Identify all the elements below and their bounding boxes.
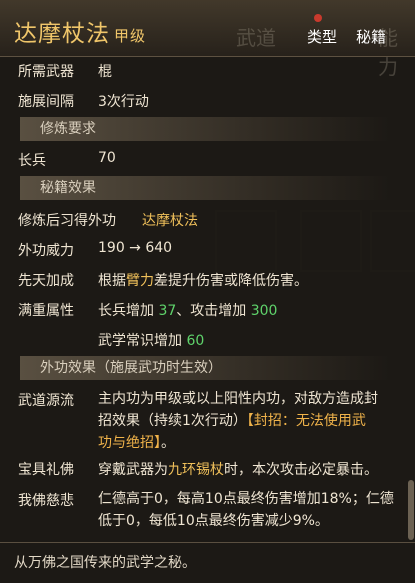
treasure-item: 九环锡杖: [168, 462, 224, 478]
full-c-value: 60: [186, 333, 205, 349]
wudao-line-1: 主内功为甲级或以上阳性内功，对敌方造成封: [98, 391, 378, 407]
full-b-prefix: 、攻击增加: [176, 303, 251, 319]
power-label: 外功威力: [18, 243, 74, 259]
tooltip-header: 达摩杖法 甲级 武道 能力 类型 秘籍: [0, 0, 415, 79]
item-title: 达摩杖法 甲级: [14, 14, 146, 48]
learn-label: 修炼后习得外功: [18, 213, 116, 229]
full-weight-label: 满重属性: [18, 303, 74, 319]
notification-dot: [314, 14, 322, 22]
buddha-line-2: 低于0，每低10点最终伤害减少9%。: [98, 513, 329, 529]
treasure-text: 穿戴武器为九环锡杖时，本次攻击必定暴击。: [98, 459, 378, 479]
innate-suffix: 差提升伤害或降低伤害。: [154, 273, 308, 289]
full-a-value: 37: [158, 303, 177, 319]
requirements-header: 修炼要求: [20, 117, 390, 141]
full-weight-line-1: 长兵增加 37、攻击增加 300: [98, 300, 277, 320]
requirement-skill-value: 70: [98, 150, 116, 166]
wudao-line-3: 功与绝招】。: [98, 432, 413, 454]
wudao-label: 武道源流: [18, 393, 74, 409]
learn-value: 达摩杖法: [142, 213, 198, 229]
outer-effects-header: 外功效果（施展武功时生效）: [20, 356, 390, 380]
seal-effect-2: 功与绝招】: [98, 435, 161, 451]
ghost-tab-wudao: 武道: [236, 26, 276, 50]
innate-text: 根据臂力差提升伤害或降低伤害。: [98, 270, 308, 290]
wudao-line-2a: 招效果（持续1次行动）: [98, 413, 247, 429]
wudao-line-3b: 。: [161, 435, 175, 451]
weapon-label: 所需武器: [18, 64, 74, 80]
interval-value: 3次行动: [98, 94, 149, 110]
buddha-label: 我佛慈悲: [18, 493, 74, 509]
full-a-prefix: 长兵增加: [98, 303, 159, 319]
full-weight-line-2: 武学常识增加 60: [98, 330, 204, 350]
requirement-skill-label: 长兵: [18, 153, 46, 169]
buddha-text: 仁德高于0，每高10点最终伤害增加18%；仁德 低于0，每低10点最终伤害减少9…: [98, 488, 410, 532]
innate-label: 先天加成: [18, 273, 74, 289]
innate-prefix: 根据: [98, 273, 126, 289]
treasure-prefix: 穿戴武器为: [98, 462, 168, 478]
footer-divider: [0, 542, 415, 543]
effects-header: 秘籍效果: [20, 176, 390, 200]
item-grade: 甲级: [114, 27, 147, 45]
wudao-line-2: 招效果（持续1次行动）【封招：无法使用武: [98, 410, 413, 432]
treasure-label: 宝具礼佛: [18, 462, 74, 478]
tooltip-scrollbar[interactable]: [408, 480, 414, 540]
full-b-value: 300: [250, 303, 278, 319]
flavor-text: 从万佛之国传来的武学之秘。: [14, 555, 196, 571]
type-value: 秘籍: [356, 28, 387, 46]
interval-label: 施展间隔: [18, 94, 74, 110]
seal-effect-1: 【封招：无法使用武: [246, 413, 366, 429]
power-value: 190 → 640: [98, 240, 173, 256]
type-label: 类型: [307, 28, 338, 46]
full-c-prefix: 武学常识增加: [98, 333, 187, 349]
treasure-suffix: 时，本次攻击必定暴击。: [224, 462, 378, 478]
wudao-text: 主内功为甲级或以上阳性内功，对敌方造成封 招效果（持续1次行动）【封招：无法使用…: [98, 388, 413, 454]
innate-highlight: 臂力: [126, 273, 154, 289]
skill-book-tooltip: 达摩杖法 甲级 武道 能力 类型 秘籍 所需武器 棍 施展间隔 3次行动 修炼要求…: [0, 0, 415, 583]
buddha-line-1: 仁德高于0，每高10点最终伤害增加18%；仁德: [98, 491, 394, 507]
weapon-value: 棍: [98, 64, 112, 80]
item-name: 达摩杖法: [14, 21, 110, 47]
